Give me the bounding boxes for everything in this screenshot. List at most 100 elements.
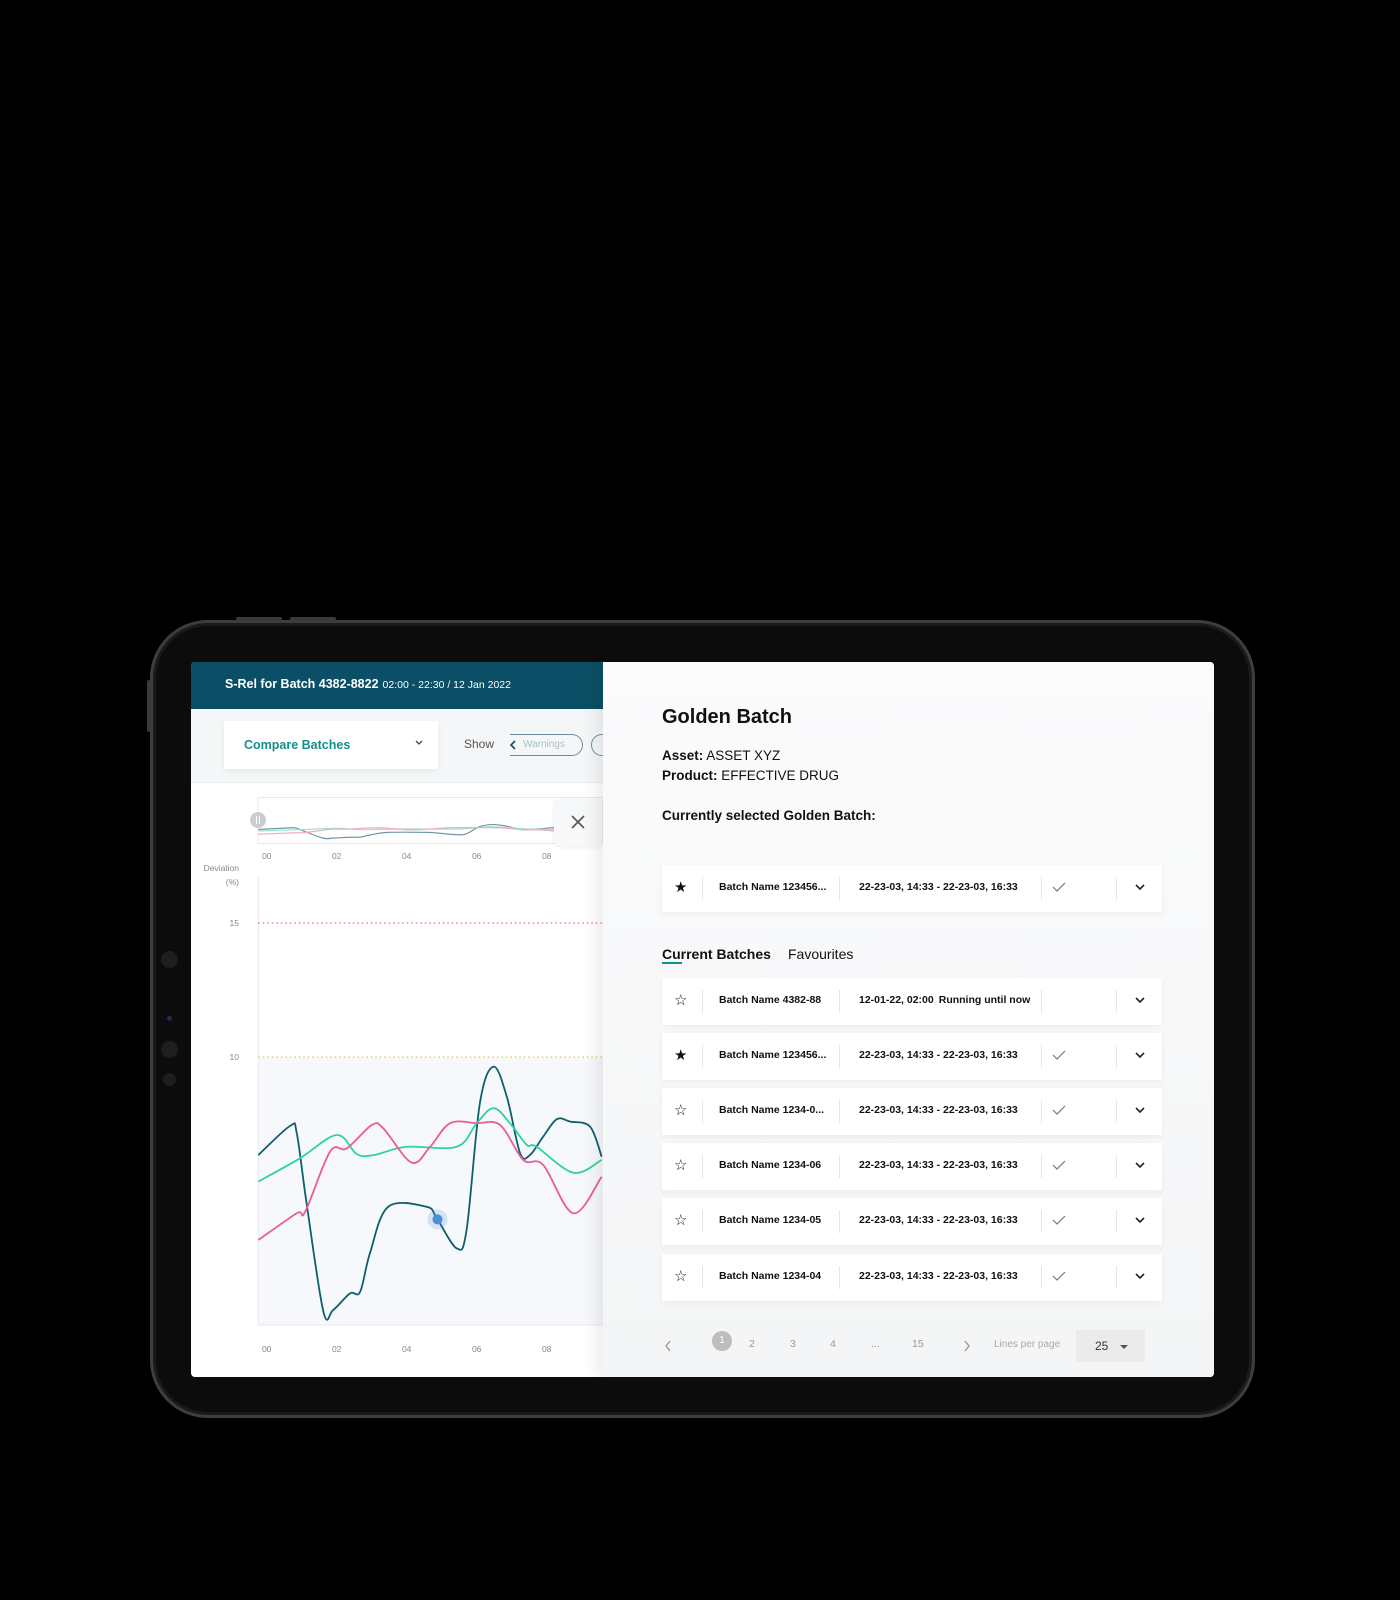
tab-current-batches[interactable]: Current Batches bbox=[662, 946, 771, 962]
column-divider bbox=[839, 990, 840, 1013]
batch-row[interactable]: ★ Batch Name 123456... 22-23-03, 14:33 - 2… bbox=[662, 1033, 1162, 1081]
camera-icon bbox=[161, 951, 178, 968]
lines-per-page-label: Lines per page bbox=[994, 1339, 1061, 1350]
column-divider bbox=[1041, 1045, 1042, 1069]
sensor-icon bbox=[163, 1073, 176, 1086]
batch-name: Batch Name 123456... bbox=[719, 1049, 827, 1062]
power-button bbox=[147, 680, 151, 732]
expand-chevron-icon[interactable] bbox=[1134, 882, 1146, 892]
batch-row[interactable]: ☆ Batch Name 1234-06 22-23-03, 14:33 - 22-… bbox=[662, 1143, 1162, 1191]
column-divider bbox=[1116, 1045, 1117, 1069]
expand-chevron-icon[interactable] bbox=[1134, 995, 1146, 1005]
next-page-icon[interactable] bbox=[962, 1339, 972, 1353]
page-15[interactable]: 15 bbox=[912, 1338, 924, 1350]
range-handle[interactable] bbox=[250, 812, 266, 828]
asset-label: Asset: bbox=[662, 748, 704, 763]
sensor-icon bbox=[167, 1016, 172, 1021]
check-icon bbox=[1052, 1271, 1066, 1281]
batch-name: Batch Name 1234-04 bbox=[719, 1269, 822, 1282]
column-divider bbox=[702, 990, 703, 1013]
product-value: EFFECTIVE DRUG bbox=[721, 768, 840, 783]
chevron-left-icon[interactable] bbox=[508, 738, 518, 752]
screen: S-Rel for Batch 4382-8822 02:00 - 22:30 /… bbox=[191, 662, 1214, 1377]
expand-chevron-icon[interactable] bbox=[1134, 1160, 1146, 1170]
compare-batches-dropdown[interactable]: Compare Batches bbox=[224, 721, 438, 769]
sensor-icon bbox=[161, 1041, 178, 1058]
expand-chevron-icon[interactable] bbox=[1134, 1271, 1146, 1281]
check-icon bbox=[1052, 1050, 1066, 1060]
column-divider bbox=[839, 1100, 840, 1124]
x-tick-label: 06 bbox=[472, 1344, 482, 1354]
golden-batch-panel: Golden Batch Asset: ASSET XYZ Product: E… bbox=[603, 662, 1214, 1377]
check-icon bbox=[1052, 1160, 1066, 1171]
star-outline-icon[interactable]: ☆ bbox=[674, 991, 687, 1009]
warnings-label: Warnings bbox=[523, 739, 565, 750]
asset-value: ASSET XYZ bbox=[706, 748, 781, 763]
page-1[interactable]: 1 bbox=[712, 1331, 732, 1351]
check-icon bbox=[1052, 882, 1066, 892]
show-label: Show bbox=[464, 737, 495, 751]
column-divider bbox=[702, 1045, 703, 1069]
column-divider bbox=[702, 1100, 703, 1124]
check-icon bbox=[1052, 1215, 1066, 1226]
subtitle-text: 02:00 - 22:30 / 12 Jan 2022 bbox=[382, 679, 511, 691]
column-divider bbox=[702, 1265, 703, 1289]
column-divider bbox=[839, 877, 840, 900]
title-text: S-Rel for Batch 4382-8822 bbox=[225, 677, 379, 691]
star-outline-icon[interactable]: ☆ bbox=[674, 1211, 687, 1229]
golden-batch-row[interactable]: ★ Batch Name 123456... 22-23-03, 14:33 - 2… bbox=[662, 865, 1162, 912]
expand-chevron-icon[interactable] bbox=[1134, 1105, 1146, 1115]
y-axis-label-unit: (%) bbox=[226, 877, 239, 887]
column-divider bbox=[1041, 1210, 1042, 1234]
expand-chevron-icon[interactable] bbox=[1134, 1215, 1146, 1225]
star-filled-icon[interactable]: ★ bbox=[674, 878, 687, 896]
chevron-down-icon bbox=[415, 740, 423, 745]
volume-button bbox=[290, 617, 336, 621]
batch-name: Batch Name 1234-0... bbox=[719, 1104, 825, 1117]
batch-date: 22-23-03, 14:33 - 22-23-03, 16:33 bbox=[859, 1269, 1018, 1282]
column-divider bbox=[1116, 1100, 1117, 1124]
volume-button bbox=[236, 617, 282, 621]
product-line: Product: EFFECTIVE DRUG bbox=[662, 768, 839, 783]
column-divider bbox=[839, 1155, 840, 1179]
active-tab-indicator bbox=[662, 962, 682, 964]
x-tick-label: 04 bbox=[402, 1344, 412, 1354]
batch-date: 12-01-22, 02:00 Running until now bbox=[859, 994, 1031, 1006]
batch-row[interactable]: ☆ Batch Name 1234-0... 22-23-03, 14:33 - 2… bbox=[662, 1088, 1162, 1136]
page-3[interactable]: 3 bbox=[790, 1338, 796, 1350]
warnings-toggle[interactable]: Warnings bbox=[508, 734, 583, 756]
star-outline-icon[interactable]: ☆ bbox=[674, 1101, 687, 1119]
page-4[interactable]: 4 bbox=[830, 1338, 836, 1350]
column-divider bbox=[1041, 1100, 1042, 1124]
column-divider bbox=[839, 1265, 840, 1289]
caret-down-icon bbox=[1120, 1345, 1128, 1349]
star-filled-icon[interactable]: ★ bbox=[674, 1046, 687, 1064]
column-divider bbox=[1041, 990, 1042, 1013]
prev-page-icon[interactable] bbox=[663, 1339, 673, 1353]
column-divider bbox=[1116, 1210, 1117, 1234]
batch-row[interactable]: ☆ Batch Name 4382-88 12-01-22, 02:00 Runnin… bbox=[662, 978, 1162, 1025]
lines-per-page-select[interactable]: 25 bbox=[1076, 1330, 1145, 1362]
batch-name: Batch Name 123456... bbox=[719, 881, 827, 893]
close-icon bbox=[571, 815, 585, 829]
column-divider bbox=[702, 1155, 703, 1179]
close-button[interactable] bbox=[554, 799, 602, 846]
check-icon bbox=[1052, 1105, 1066, 1116]
column-divider bbox=[1116, 1265, 1117, 1289]
star-outline-icon[interactable]: ☆ bbox=[674, 1267, 687, 1285]
column-divider bbox=[1116, 990, 1117, 1013]
batch-row[interactable]: ☆ Batch Name 1234-04 22-23-03, 14:33 - 22-… bbox=[662, 1253, 1162, 1301]
batch-status: Running until now bbox=[938, 994, 1031, 1006]
tab-favourites[interactable]: Favourites bbox=[788, 946, 853, 962]
expand-chevron-icon[interactable] bbox=[1134, 1050, 1146, 1060]
star-outline-icon[interactable]: ☆ bbox=[674, 1156, 687, 1174]
batch-row[interactable]: ☆ Batch Name 1234-05 22-23-03, 14:33 - 22-… bbox=[662, 1198, 1162, 1246]
column-divider bbox=[1116, 1155, 1117, 1179]
page-2[interactable]: 2 bbox=[749, 1338, 755, 1350]
column-divider bbox=[702, 877, 703, 900]
batch-date: 22-23-03, 14:33 - 22-23-03, 16:33 bbox=[859, 881, 1018, 893]
column-divider bbox=[1041, 877, 1042, 900]
overview-chart[interactable]: 00 02 04 06 08 bbox=[250, 797, 604, 863]
highlight-point bbox=[432, 1214, 443, 1225]
batch-name: Batch Name 1234-05 bbox=[719, 1214, 822, 1227]
